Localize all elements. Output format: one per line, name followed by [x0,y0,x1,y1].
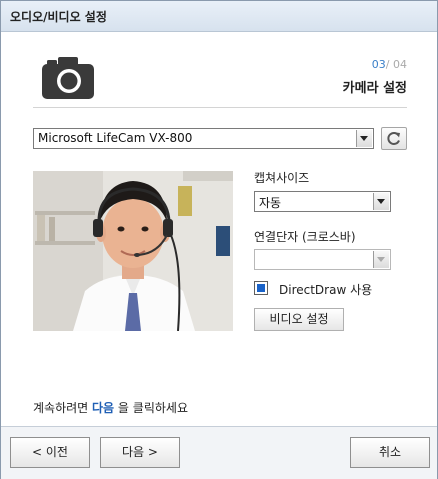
header-divider [33,107,407,108]
instruction-before: 계속하려면 [33,401,93,415]
step-indicator: 03/ 04 [372,58,407,71]
directdraw-checkbox[interactable] [254,281,268,295]
chevron-down-icon[interactable] [356,130,372,147]
instruction-after: 을 클릭하세요 [114,401,188,415]
previous-button[interactable]: < 이전 [10,437,90,468]
step-current: 03 [371,58,386,71]
chevron-down-icon[interactable] [373,193,389,210]
directdraw-label[interactable]: DirectDraw 사용 [279,281,372,298]
instruction-text: 계속하려면 다음 을 클릭하세요 [33,399,188,416]
camera-preview [33,171,233,331]
dialog-window: 오디오/비디오 설정 03/ 04 카메라 설정 Microsoft LifeC… [0,0,438,479]
camera-device-value: Microsoft LifeCam VX-800 [38,131,193,145]
step-separator: / [385,58,390,71]
video-settings-button[interactable]: 비디오 설정 [254,308,344,331]
chevron-down-icon [373,251,389,268]
camera-icon [42,57,94,99]
camera-device-select[interactable]: Microsoft LifeCam VX-800 [33,128,374,149]
webcam-preview-image [33,171,233,331]
connector-label: 연결단자 (크로스바) [254,230,356,244]
step-total: 04 [393,58,407,71]
refresh-icon [387,132,400,145]
window-title: 오디오/비디오 설정 [10,10,107,24]
page-title: 카메라 설정 [342,81,407,96]
connector-select [254,249,391,270]
refresh-button[interactable] [381,127,407,150]
capture-size-select[interactable]: 자동 [254,191,391,212]
next-button[interactable]: 다음 > [100,437,180,468]
capture-size-value: 자동 [259,196,282,210]
cancel-button[interactable]: 취소 [350,437,430,468]
instruction-highlight: 다음 [92,401,115,415]
capture-size-label: 캡쳐사이즈 [254,171,310,185]
title-bar: 오디오/비디오 설정 [1,1,437,32]
